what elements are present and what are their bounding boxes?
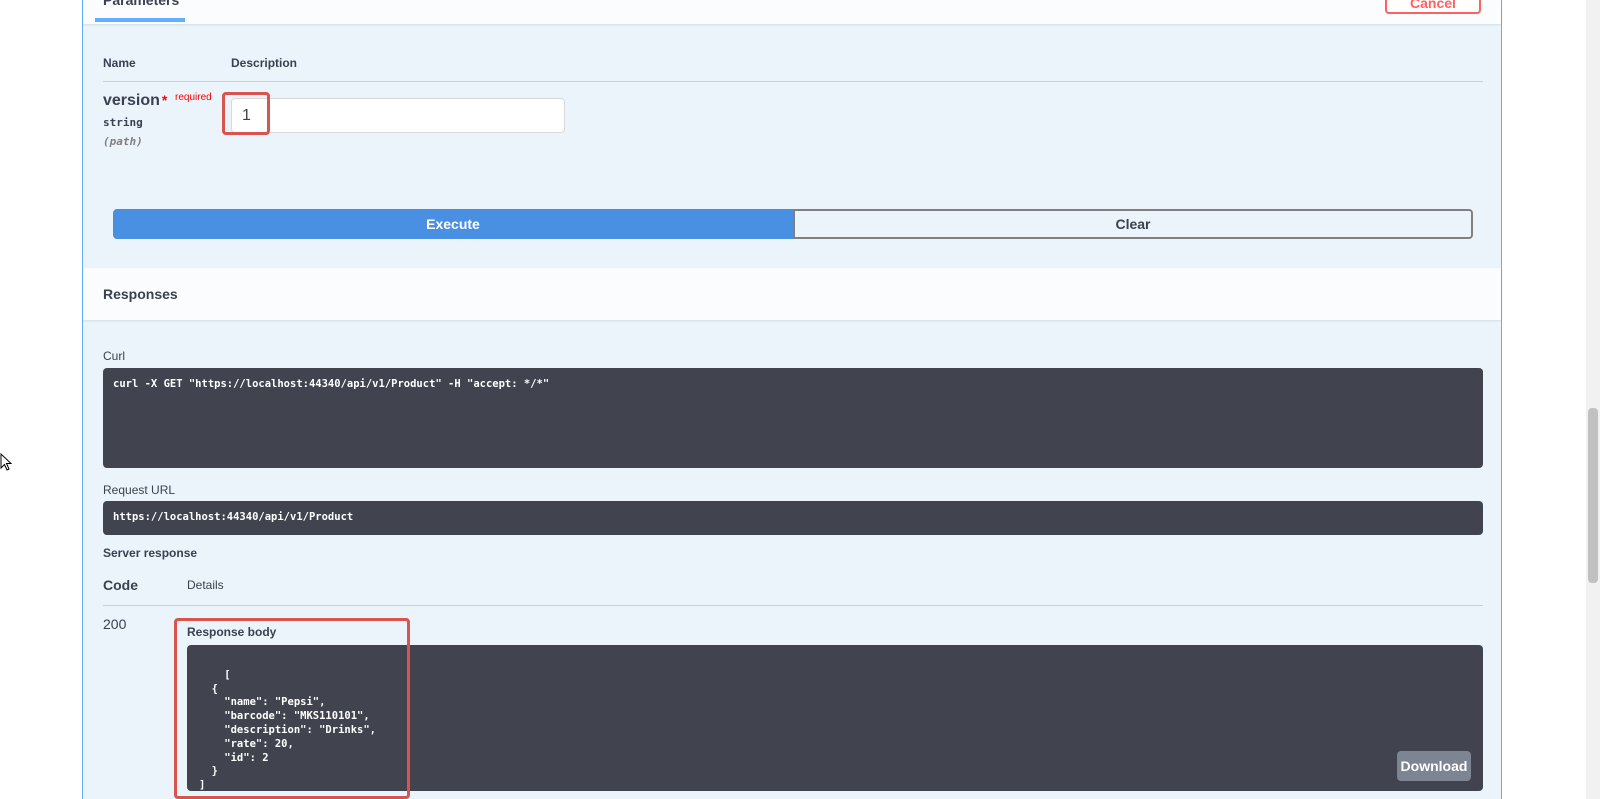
server-response-label: Server response (103, 546, 198, 560)
responses-title: Responses (103, 286, 178, 302)
curl-code[interactable]: curl -X GET "https://localhost:44340/api… (103, 368, 1483, 468)
tab-underline (95, 18, 185, 22)
param-location: (path) (103, 135, 143, 148)
download-button[interactable]: Download (1397, 751, 1471, 781)
column-header-description: Description (231, 56, 298, 70)
column-header-details: Details (187, 578, 224, 592)
execute-button[interactable]: Execute (113, 209, 793, 239)
curl-label: Curl (103, 349, 126, 363)
responses-header: Responses (83, 268, 1501, 320)
version-input[interactable] (231, 98, 565, 133)
parameters-header: Parameters Cancel (83, 0, 1501, 24)
scrollbar-thumb[interactable] (1588, 408, 1598, 583)
scrollbar[interactable] (1586, 0, 1600, 799)
request-url[interactable]: https://localhost:44340/api/v1/Product (103, 501, 1483, 535)
response-body-text: [ { "name": "Pepsi", "barcode": "MKS1101… (199, 668, 377, 792)
operation-block: Parameters Cancel Name Description versi… (82, 0, 1502, 799)
column-header-code: Code (103, 577, 138, 593)
tab-parameters[interactable]: Parameters (103, 0, 179, 8)
clear-button[interactable]: Clear (793, 209, 1473, 239)
cancel-button[interactable]: Cancel (1385, 0, 1481, 14)
header-divider (103, 81, 1483, 82)
required-label: required (175, 92, 212, 103)
param-name-label: version (103, 92, 160, 109)
execute-wrapper: Execute Clear (113, 209, 1473, 239)
param-type: string (103, 116, 143, 129)
status-code: 200 (103, 616, 127, 632)
response-body[interactable]: [ { "name": "Pepsi", "barcode": "MKS1101… (187, 645, 1483, 791)
response-divider (103, 605, 1483, 606)
column-header-name: Name (103, 56, 136, 70)
required-star: * (161, 92, 168, 108)
request-url-label: Request URL (103, 483, 176, 497)
param-name: version * (103, 92, 167, 110)
mouse-cursor-icon (0, 453, 13, 471)
response-body-label: Response body (187, 625, 277, 639)
